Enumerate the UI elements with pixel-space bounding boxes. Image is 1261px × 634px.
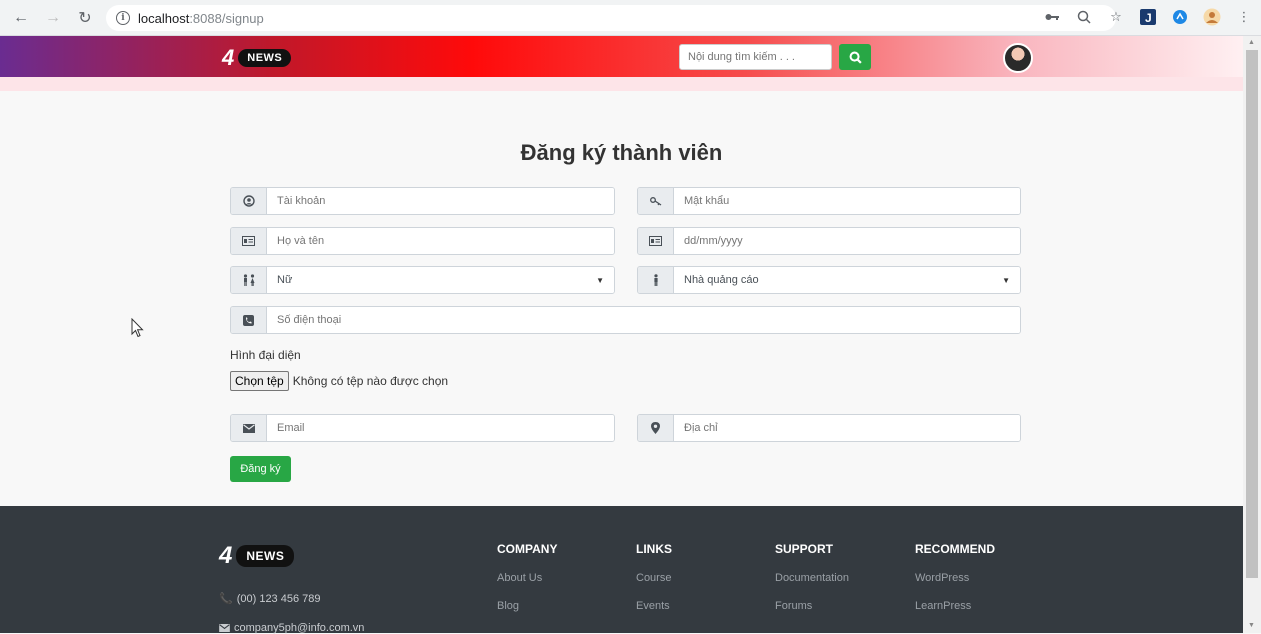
phone-icon <box>231 307 267 333</box>
role-value: Nhà quảng cáo <box>684 274 759 286</box>
forward-arrow-icon[interactable]: → <box>42 7 64 29</box>
extension-blue-icon[interactable] <box>1171 8 1189 26</box>
file-status: Không có tệp nào được chọn <box>292 374 449 388</box>
footer-link[interactable]: Events <box>636 600 672 612</box>
footer-col-recommend: RECOMMEND WordPress LearnPress <box>915 542 995 628</box>
footer-col-heading: LINKS <box>636 542 672 556</box>
footer-email-text: company5ph@info.com.vn <box>234 622 365 634</box>
footer-col-support: SUPPORT Documentation Forums <box>775 542 849 628</box>
search-icon <box>849 51 862 64</box>
scroll-down-arrow-icon[interactable]: ▼ <box>1248 622 1255 629</box>
envelope-icon <box>231 415 267 441</box>
scroll-thumb[interactable] <box>1246 50 1258 578</box>
reload-icon[interactable]: ↻ <box>74 7 96 29</box>
email-field[interactable] <box>230 414 615 442</box>
footer-col-heading: COMPANY <box>497 542 558 556</box>
logo-number: 4 <box>222 45 235 70</box>
extension-j-icon[interactable]: J <box>1139 8 1157 26</box>
profile-icon[interactable] <box>1203 8 1221 26</box>
id-card-icon <box>231 228 267 254</box>
footer-logo[interactable]: 4 NEWS <box>219 542 295 570</box>
dob-field[interactable] <box>637 227 1021 255</box>
map-marker-icon <box>638 415 674 441</box>
person-icon <box>638 267 674 293</box>
url-host: localhost <box>138 10 190 26</box>
password-field[interactable] <box>637 187 1021 215</box>
footer-link[interactable]: Forums <box>775 600 849 612</box>
url-path: :8088/signup <box>189 10 264 26</box>
address-bar[interactable]: i localhost:8088/signup <box>106 5 1116 31</box>
page-scrollbar[interactable]: ▲ ▼ <box>1243 36 1261 633</box>
user-icon <box>231 188 267 214</box>
footer-col-heading: RECOMMEND <box>915 542 995 556</box>
avatar-label: Hình đại diện <box>230 348 301 362</box>
role-select[interactable]: Nhà quảng cáo ▼ <box>637 266 1021 294</box>
signup-submit-button[interactable]: Đăng ký <box>230 456 291 482</box>
gender-value: Nữ <box>277 274 293 286</box>
footer-link[interactable]: Course <box>636 572 672 584</box>
footer-phone: 📞 (00) 123 456 789 <box>219 592 321 606</box>
search-button[interactable] <box>839 44 871 70</box>
zoom-icon[interactable] <box>1075 8 1093 26</box>
footer-link[interactable]: LearnPress <box>915 600 995 612</box>
user-avatar[interactable] <box>1003 43 1033 73</box>
mouse-cursor-icon <box>131 318 144 338</box>
phone-field[interactable] <box>230 306 1021 334</box>
info-icon[interactable]: i <box>116 11 130 25</box>
footer-phone-text: (00) 123 456 789 <box>236 592 321 605</box>
bookmark-star-icon[interactable]: ☆ <box>1107 8 1125 26</box>
logo-text: NEWS <box>238 49 292 67</box>
footer-link[interactable]: Blog <box>497 600 557 612</box>
page-title: Đăng ký thành viên <box>520 140 723 165</box>
gender-select[interactable]: Nữ ▼ <box>230 266 615 294</box>
menu-kebab-icon[interactable]: ⋮ <box>1235 8 1253 26</box>
site-navbar: 4 NEWS <box>0 36 1243 77</box>
phone-icon: 📞 <box>219 593 233 605</box>
footer-logo-number: 4 <box>219 542 233 569</box>
phone-input[interactable] <box>267 307 1020 333</box>
site-footer: 4 NEWS 📞 (00) 123 456 789 company5ph@inf… <box>0 506 1243 634</box>
footer-col-links: LINKS Course Events <box>636 542 672 628</box>
address-input[interactable] <box>674 415 1020 441</box>
site-logo[interactable]: 4 NEWS <box>222 45 292 71</box>
chevron-down-icon: ▼ <box>596 275 604 285</box>
dob-input[interactable] <box>674 228 1020 254</box>
id-card-icon <box>638 228 674 254</box>
username-field[interactable] <box>230 187 615 215</box>
envelope-icon <box>219 624 230 632</box>
navbar-shadow-strip <box>0 77 1243 91</box>
footer-link[interactable]: About Us <box>497 572 557 584</box>
password-input[interactable] <box>674 188 1020 214</box>
key-icon <box>638 188 674 214</box>
footer-col-heading: SUPPORT <box>775 542 834 556</box>
address-field[interactable] <box>637 414 1021 442</box>
choose-file-button[interactable]: Chọn tệp <box>230 371 289 391</box>
gender-icon <box>231 267 267 293</box>
chevron-down-icon: ▼ <box>1002 275 1010 285</box>
fullname-field[interactable] <box>230 227 615 255</box>
fullname-input[interactable] <box>267 228 614 254</box>
footer-email: company5ph@info.com.vn <box>219 622 364 634</box>
email-input[interactable] <box>267 415 614 441</box>
back-arrow-icon[interactable]: ← <box>10 7 32 29</box>
avatar-file-input[interactable]: Chọn tệp Không có tệp nào được chọn <box>230 371 448 391</box>
footer-link[interactable]: Documentation <box>775 572 849 584</box>
svg-text:J: J <box>1145 11 1152 25</box>
footer-col-company: COMPANY About Us Blog <box>497 542 557 628</box>
browser-toolbar: ← → ↻ i localhost:8088/signup ☆ J ⋮ <box>0 0 1261 36</box>
footer-link[interactable]: WordPress <box>915 572 995 584</box>
key-icon[interactable] <box>1043 8 1061 26</box>
username-input[interactable] <box>267 188 614 214</box>
search-input[interactable] <box>679 44 832 70</box>
footer-logo-text: NEWS <box>236 545 295 567</box>
scroll-up-arrow-icon[interactable]: ▲ <box>1248 39 1255 46</box>
